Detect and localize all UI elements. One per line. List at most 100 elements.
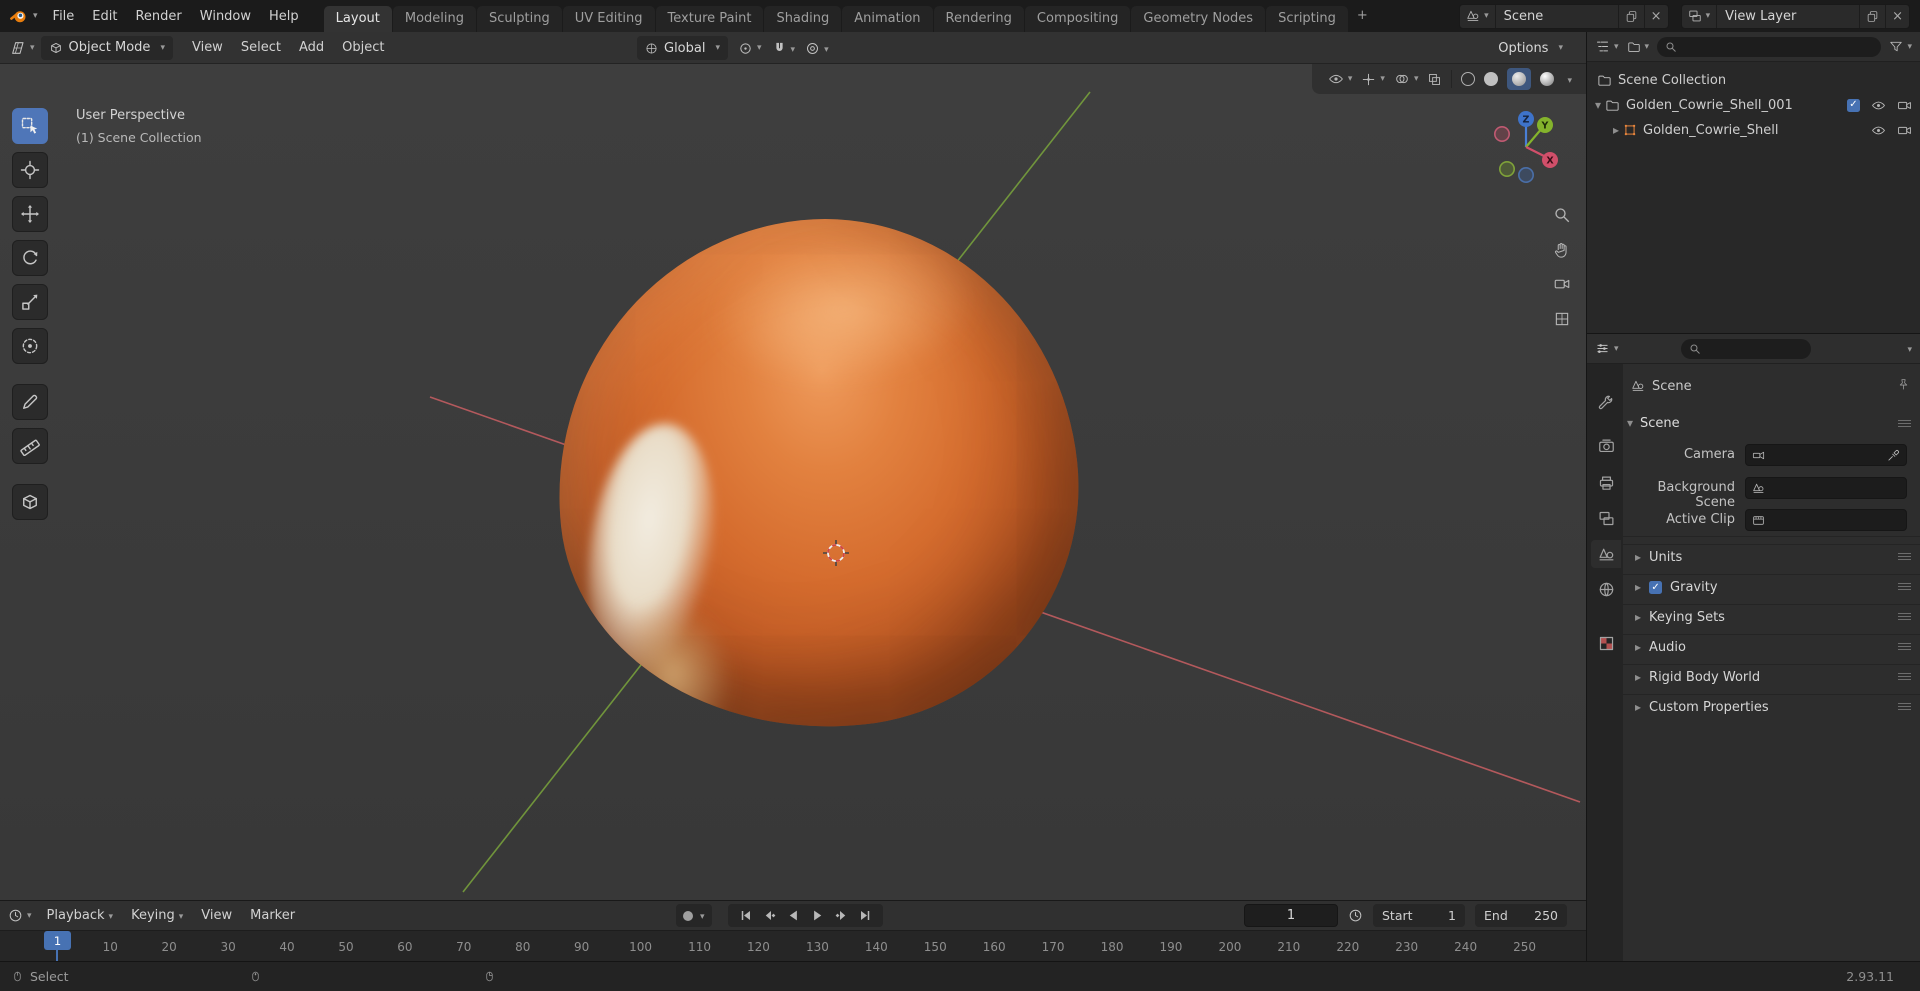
shading-settings-dropdown[interactable]: [1563, 72, 1572, 87]
jump-to-start-button[interactable]: [735, 905, 756, 926]
tool-tweak-select[interactable]: [12, 108, 48, 144]
transform-orientation-dropdown[interactable]: Global: [637, 36, 729, 60]
viewport-menu-add[interactable]: Add: [290, 40, 333, 55]
mode-dropdown[interactable]: Object Mode: [40, 35, 173, 60]
eyedropper-icon[interactable]: [1887, 449, 1900, 462]
frame-start-field[interactable]: Start 1: [1373, 904, 1465, 927]
editor-type-timeline-icon[interactable]: [8, 908, 32, 923]
section-audio[interactable]: Audio: [1623, 634, 1920, 660]
editor-type-properties-icon[interactable]: [1595, 341, 1619, 356]
timeline-menu-keying[interactable]: Keying: [122, 908, 192, 923]
gizmo-minus-z-axis[interactable]: [1517, 166, 1534, 183]
section-custom-properties[interactable]: Custom Properties: [1623, 694, 1920, 720]
section-drag-handle-icon[interactable]: [1898, 553, 1911, 562]
tool-scale[interactable]: [12, 284, 48, 320]
section-units[interactable]: Units: [1623, 544, 1920, 570]
gizmo-minus-x-axis[interactable]: [1494, 125, 1510, 142]
section-drag-handle-icon[interactable]: [1898, 643, 1911, 652]
expand-section-icon[interactable]: [1635, 550, 1641, 565]
hide-in-viewport-eye-icon[interactable]: [1871, 98, 1886, 113]
expand-section-icon[interactable]: [1635, 700, 1641, 715]
shading-wireframe-button[interactable]: [1461, 72, 1476, 86]
new-scene-button[interactable]: [1619, 4, 1645, 28]
menu-render[interactable]: Render: [126, 9, 190, 24]
section-gravity[interactable]: Gravity: [1623, 574, 1920, 600]
tool-annotate[interactable]: [12, 384, 48, 420]
expand-object-icon[interactable]: [1613, 123, 1619, 138]
collapse-panel-icon[interactable]: [1627, 416, 1633, 431]
outliner-row-scene-collection[interactable]: Scene Collection: [1587, 68, 1920, 92]
background-scene-field[interactable]: [1745, 477, 1907, 499]
workspace-tab-animation[interactable]: Animation: [842, 6, 933, 32]
previous-keyframe-button[interactable]: [759, 905, 780, 926]
auto-keying-dropdown[interactable]: [696, 908, 705, 923]
use-preview-range-clock-icon[interactable]: [1348, 908, 1363, 923]
camera-view-icon[interactable]: [1550, 272, 1574, 296]
snap-settings-dropdown[interactable]: [787, 41, 796, 56]
section-drag-handle-icon[interactable]: [1898, 613, 1911, 622]
menu-file[interactable]: File: [44, 9, 84, 24]
menu-window[interactable]: Window: [191, 9, 260, 24]
workspace-tab-shading[interactable]: Shading: [764, 6, 842, 32]
expand-section-icon[interactable]: [1635, 640, 1641, 655]
shading-rendered-button[interactable]: [1540, 72, 1555, 86]
properties-tab-tool[interactable]: [1591, 389, 1621, 417]
scene-name-field[interactable]: Scene: [1496, 4, 1619, 28]
expand-section-icon[interactable]: [1635, 670, 1641, 685]
workspace-tab-rendering[interactable]: Rendering: [933, 6, 1024, 32]
expand-collection-icon[interactable]: [1595, 98, 1601, 113]
editor-type-outliner-icon[interactable]: [1595, 39, 1619, 54]
toggle-orthographic-icon[interactable]: [1550, 307, 1574, 331]
menu-help[interactable]: Help: [260, 9, 308, 24]
gizmos-dropdown[interactable]: [1361, 72, 1385, 87]
outliner-display-mode-dropdown[interactable]: [1627, 40, 1650, 54]
workspace-tab-scripting[interactable]: Scripting: [1266, 6, 1348, 32]
properties-options-dropdown[interactable]: [1903, 341, 1912, 356]
properties-tab-texture[interactable]: [1591, 629, 1621, 657]
shading-material-preview-button[interactable]: [1507, 68, 1532, 90]
workspace-tab-compositing[interactable]: Compositing: [1024, 6, 1131, 32]
timeline-ruler[interactable]: 10 20 30 40 50 60 70 80 90 100 110 120 130 140 150 160 1…: [0, 930, 1586, 962]
3d-cursor[interactable]: [822, 539, 850, 567]
pivot-point-dropdown[interactable]: [738, 41, 762, 56]
section-rigid-body-world[interactable]: Rigid Body World: [1623, 664, 1920, 690]
expand-section-icon[interactable]: [1635, 610, 1641, 625]
expand-section-icon[interactable]: [1635, 580, 1641, 595]
section-drag-handle-icon[interactable]: [1898, 703, 1911, 712]
xray-toggle[interactable]: [1427, 72, 1442, 87]
viewport-canvas[interactable]: User Perspective (1) Scene Collection ▾ …: [0, 64, 1586, 900]
overlays-dropdown[interactable]: [1394, 71, 1419, 87]
scene-panel-header[interactable]: Scene: [1627, 412, 1680, 434]
browse-scene-icon[interactable]: [1460, 4, 1496, 28]
playhead[interactable]: 1: [44, 931, 71, 950]
viewport-menu-select[interactable]: Select: [232, 40, 290, 55]
editor-type-3d-viewport-icon[interactable]: [8, 40, 37, 56]
tool-measure[interactable]: [12, 428, 48, 464]
timeline-menu-playback[interactable]: Playback: [38, 908, 123, 923]
jump-to-end-button[interactable]: [855, 905, 876, 926]
outliner-filter-dropdown[interactable]: [1889, 40, 1912, 54]
timeline-menu-marker[interactable]: Marker: [241, 908, 304, 923]
active-clip-field[interactable]: [1745, 509, 1907, 531]
section-drag-handle-icon[interactable]: [1898, 673, 1911, 682]
tool-add-cube[interactable]: [12, 484, 48, 520]
outliner-search-input[interactable]: [1657, 36, 1882, 57]
properties-tab-world[interactable]: [1591, 575, 1621, 603]
remove-view-layer-button[interactable]: ×: [1886, 5, 1909, 28]
play-reverse-button[interactable]: [783, 905, 804, 926]
proportional-editing-toggle[interactable]: [805, 41, 820, 56]
pan-view-hand-icon[interactable]: [1550, 238, 1574, 262]
pin-id-icon[interactable]: [1897, 378, 1910, 391]
falloff-dropdown[interactable]: [820, 41, 829, 56]
unlink-scene-button[interactable]: ×: [1645, 5, 1668, 28]
hide-in-viewport-eye-icon[interactable]: [1871, 123, 1886, 138]
view-layer-name-field[interactable]: View Layer: [1717, 4, 1861, 28]
workspace-tab-texture-paint[interactable]: Texture Paint: [655, 6, 764, 32]
properties-tab-scene[interactable]: [1591, 540, 1621, 568]
camera-field[interactable]: [1745, 444, 1907, 466]
disable-in-renders-camera-icon[interactable]: [1897, 98, 1912, 113]
workspace-tab-layout[interactable]: Layout: [323, 6, 392, 32]
blender-logo-icon[interactable]: [8, 7, 38, 25]
outliner-row-shell-object[interactable]: Golden_Cowrie_Shell: [1587, 118, 1920, 142]
snap-toggle-magnet-icon[interactable]: [772, 41, 787, 56]
